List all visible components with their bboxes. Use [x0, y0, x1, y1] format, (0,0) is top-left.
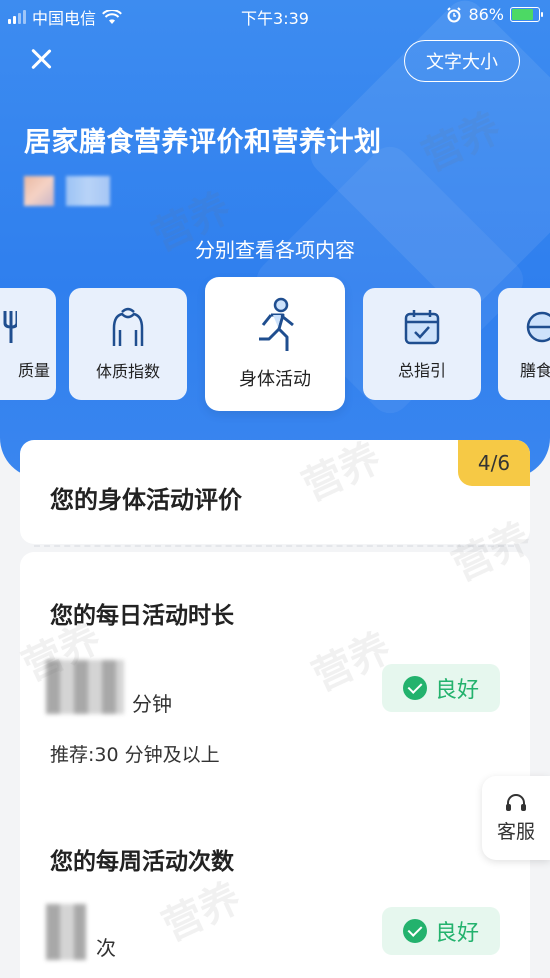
page-indicator-badge: 4/6 — [458, 440, 530, 486]
user-name-blurred — [66, 176, 110, 206]
header-banner: 中国电信 下午3:39 86% 文字大小 居家膳食营养评价和营养计划 分别查看各… — [0, 0, 550, 478]
weekly-frequency-title: 您的每周活动次数 — [50, 849, 234, 875]
daily-rating-badge: 良好 — [382, 664, 500, 712]
close-button[interactable] — [26, 44, 56, 74]
daily-recommendation: 推荐:30 分钟及以上 — [50, 744, 220, 766]
rating-label: 良好 — [434, 921, 479, 946]
body-icon — [112, 307, 144, 346]
alarm-icon — [447, 6, 462, 22]
rating-label: 良好 — [434, 678, 479, 703]
category-card-general-guide[interactable]: 总指引 — [363, 288, 481, 400]
category-label: 体质指数 — [95, 362, 160, 381]
daily-duration-value-blurred — [46, 660, 124, 714]
battery-percent: 86% — [468, 5, 504, 24]
evaluation-card: 您的身体活动评价 4/6 — [20, 440, 530, 544]
category-card-bmi[interactable]: 体质指数 — [69, 288, 187, 400]
activity-detail-card: 您的每日活动时长 分钟 良好 推荐:30 分钟及以上 您的每周活动次数 次 良好 — [20, 552, 530, 978]
category-label: 身体活动 — [239, 369, 311, 390]
page-title: 居家膳食营养评价和营养计划 — [24, 127, 382, 158]
battery-icon — [510, 7, 543, 22]
category-label: 总指引 — [397, 361, 446, 380]
category-label: 膳食 — [520, 361, 550, 380]
avatar — [24, 176, 54, 206]
customer-service-button[interactable]: 客服 — [482, 776, 550, 860]
weekly-rating-badge: 良好 — [382, 907, 500, 955]
daily-duration-title: 您的每日活动时长 — [50, 603, 234, 629]
service-label: 客服 — [496, 820, 535, 843]
headset-icon — [506, 793, 526, 811]
check-circle-icon — [402, 676, 427, 700]
category-card-diet[interactable]: 膳食 — [498, 288, 550, 400]
fork-icon — [3, 311, 17, 343]
bowl-icon — [526, 311, 550, 343]
calendar-check-icon — [404, 310, 440, 345]
daily-duration-unit: 分钟 — [132, 692, 172, 716]
evaluation-title: 您的身体活动评价 — [50, 486, 242, 514]
weekly-frequency-value-blurred — [46, 904, 86, 960]
divider — [34, 545, 514, 547]
section-subtitle: 分别查看各项内容 — [195, 238, 355, 262]
check-circle-icon — [402, 919, 427, 943]
status-bar: 中国电信 下午3:39 86% — [0, 0, 550, 30]
category-card-quality[interactable]: 质量 — [0, 288, 56, 400]
running-icon — [259, 297, 294, 351]
weekly-frequency-unit: 次 — [96, 936, 116, 960]
category-card-physical-activity[interactable]: 身体活动 — [205, 277, 345, 411]
text-size-button[interactable]: 文字大小 — [404, 40, 520, 82]
